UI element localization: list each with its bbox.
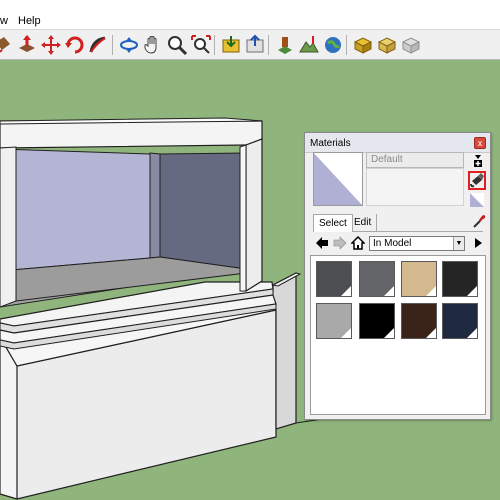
material-swatch[interactable]: [316, 303, 352, 339]
components-icon[interactable]: [400, 34, 422, 56]
menu-item-window[interactable]: w: [0, 15, 8, 27]
material-description-box: [366, 168, 464, 206]
share-model-icon[interactable]: [244, 34, 266, 56]
share-component-icon[interactable]: [376, 34, 398, 56]
menu-item-help[interactable]: Help: [18, 15, 41, 27]
paint-bucket-icon[interactable]: [0, 34, 14, 56]
material-name-field[interactable]: Default: [366, 152, 464, 168]
get-components-icon[interactable]: [352, 34, 374, 56]
toolbar-separator: [112, 35, 113, 55]
add-location-icon[interactable]: [274, 34, 296, 56]
zoom-extents-icon[interactable]: [190, 34, 212, 56]
material-swatch[interactable]: [359, 261, 395, 297]
close-button[interactable]: x: [474, 137, 486, 149]
create-material-icon[interactable]: [470, 153, 486, 169]
materials-panel: Materials x Default Select Edit In Model…: [304, 132, 491, 420]
material-swatch[interactable]: [401, 261, 437, 297]
home-icon[interactable]: [351, 236, 365, 250]
tab-select[interactable]: Select: [313, 214, 353, 232]
collection-select-value: In Model: [373, 238, 412, 249]
sample-paint-icon[interactable]: [469, 172, 485, 188]
chevron-down-icon[interactable]: ▼: [453, 237, 464, 250]
toolbar-separator: [268, 35, 269, 55]
pan-icon[interactable]: [142, 34, 164, 56]
default-material-icon[interactable]: [469, 192, 485, 208]
material-swatch-grid: [310, 255, 486, 415]
material-swatch[interactable]: [442, 303, 478, 339]
main-toolbar: [0, 30, 500, 60]
get-models-icon[interactable]: [220, 34, 242, 56]
rotate-icon[interactable]: [64, 34, 86, 56]
materials-tabs: Select Edit: [313, 214, 483, 232]
zoom-icon[interactable]: [166, 34, 188, 56]
material-swatch[interactable]: [359, 303, 395, 339]
tab-edit[interactable]: Edit: [349, 214, 378, 232]
toolbar-separator: [214, 35, 215, 55]
eyedropper-icon[interactable]: [472, 213, 486, 229]
preview-google-earth-icon[interactable]: [322, 34, 344, 56]
collection-select[interactable]: In Model ▼: [369, 236, 465, 251]
back-arrow-icon[interactable]: [315, 236, 329, 250]
material-swatch[interactable]: [442, 261, 478, 297]
material-swatch[interactable]: [316, 261, 352, 297]
material-swatch[interactable]: [401, 303, 437, 339]
material-preview: [313, 152, 363, 206]
toolbar-separator: [346, 35, 347, 55]
move-icon[interactable]: [40, 34, 62, 56]
menu-bar: w Help: [0, 0, 500, 30]
orbit-icon[interactable]: [118, 34, 140, 56]
forward-arrow-icon[interactable]: [333, 236, 347, 250]
follow-me-icon[interactable]: [88, 34, 110, 56]
materials-title-bar[interactable]: Materials x: [305, 133, 490, 153]
push-pull-icon[interactable]: [16, 34, 38, 56]
toggle-terrain-icon[interactable]: [298, 34, 320, 56]
materials-title: Materials: [310, 138, 351, 149]
details-arrow-icon[interactable]: [471, 236, 485, 250]
